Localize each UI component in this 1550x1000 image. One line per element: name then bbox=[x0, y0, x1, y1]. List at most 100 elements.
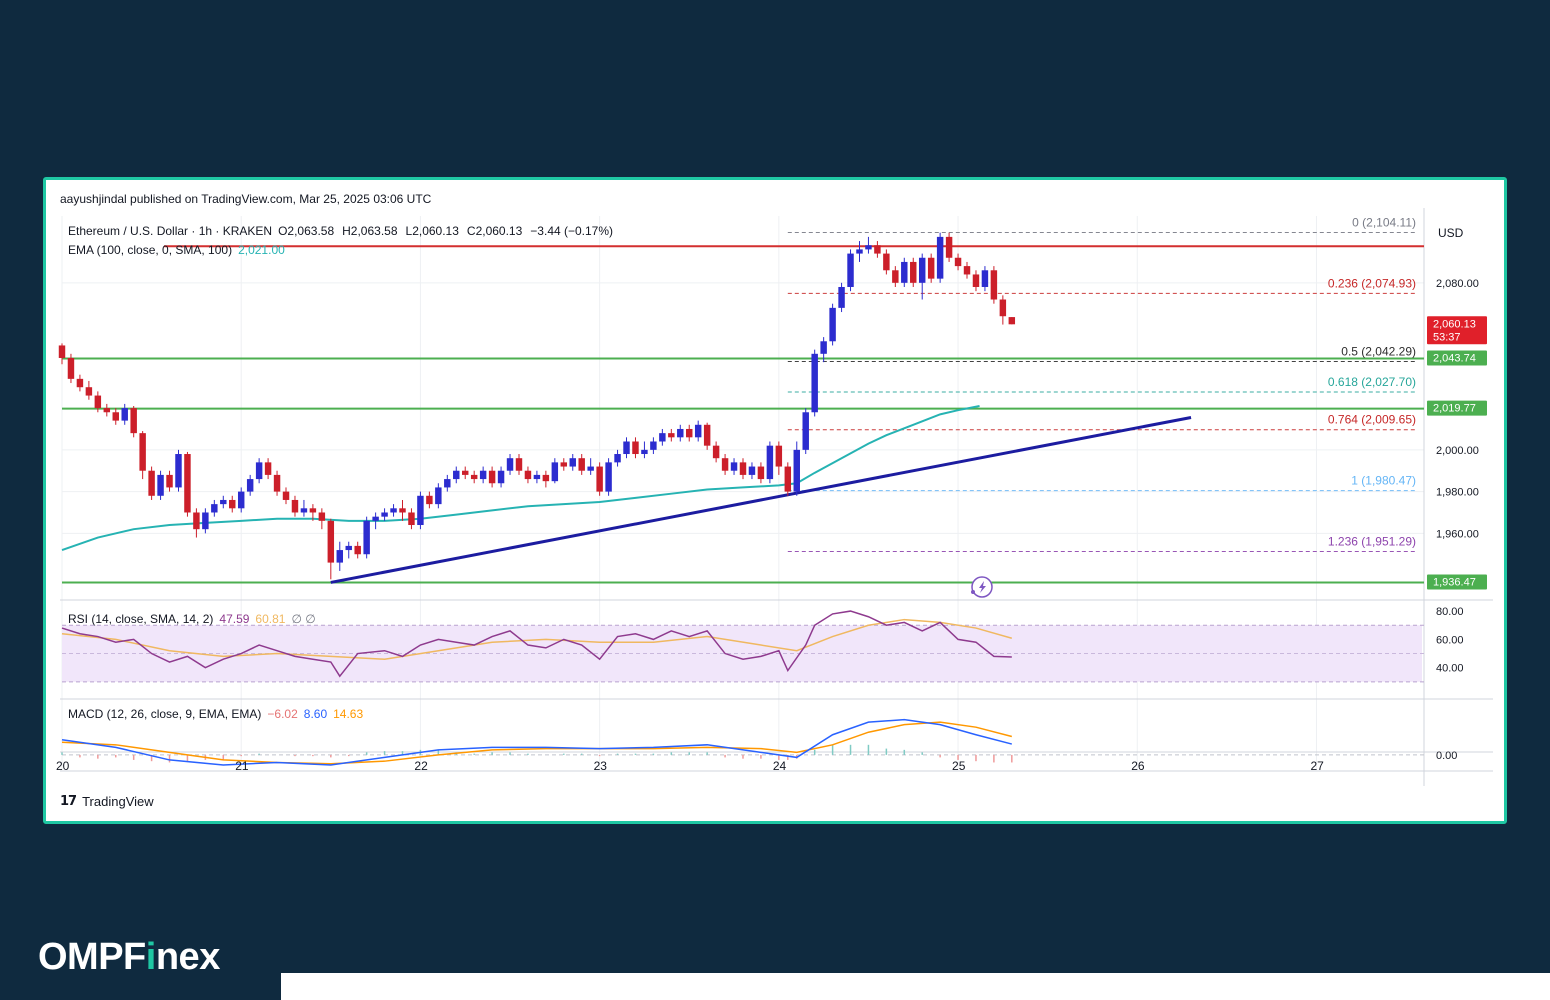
time-tick-label: 25 bbox=[952, 759, 966, 773]
candle-body bbox=[927, 257, 935, 279]
candle-body bbox=[802, 412, 809, 450]
candle-body bbox=[990, 270, 998, 300]
chart-frame: aayushjindal published on TradingView.co… bbox=[43, 177, 1507, 824]
rsi-tick-label: 60.00 bbox=[1436, 634, 1464, 646]
candle-body bbox=[829, 307, 836, 342]
candle-body bbox=[282, 491, 290, 500]
candle-body bbox=[193, 512, 200, 530]
candle-body bbox=[757, 466, 765, 480]
candle-body bbox=[363, 520, 370, 555]
time-tick-label: 23 bbox=[594, 759, 608, 773]
rsi-tick-label: 40.00 bbox=[1436, 663, 1464, 675]
candle-body bbox=[300, 508, 308, 513]
candle-body bbox=[461, 470, 469, 475]
candle-body bbox=[470, 474, 478, 480]
fib-label: 1 (1,980.47) bbox=[1351, 474, 1416, 488]
candle-body bbox=[372, 516, 379, 521]
candle-body bbox=[551, 462, 559, 482]
price-tick-label: 2,080.00 bbox=[1436, 278, 1479, 290]
candle-body bbox=[184, 454, 191, 513]
candle-body bbox=[910, 261, 917, 283]
candle-body bbox=[945, 236, 953, 258]
candle-body bbox=[85, 387, 93, 396]
candle-body bbox=[506, 458, 514, 471]
candle-body bbox=[273, 474, 281, 492]
candle-body bbox=[479, 470, 487, 480]
currency-label: USD bbox=[1438, 226, 1464, 240]
candle-body bbox=[632, 441, 639, 455]
candle-body bbox=[390, 508, 397, 513]
candle-body bbox=[641, 449, 648, 455]
candle-body bbox=[748, 466, 756, 475]
candle-body bbox=[892, 270, 899, 283]
candle-body bbox=[703, 424, 711, 446]
fib-label: 0.618 (2,027.70) bbox=[1328, 375, 1416, 389]
candle-body bbox=[103, 408, 111, 413]
fib-label: 0.5 (2,042.29) bbox=[1341, 345, 1416, 359]
candle-body bbox=[130, 408, 137, 434]
candle-body bbox=[67, 357, 75, 379]
candle-body bbox=[533, 474, 541, 480]
candle-body bbox=[686, 428, 693, 438]
price-tick-label: 2,000.00 bbox=[1436, 445, 1479, 457]
candle-body bbox=[963, 266, 971, 275]
candle-body bbox=[999, 299, 1007, 317]
site-logo-suffix: nex bbox=[155, 936, 220, 978]
candle-body bbox=[793, 449, 800, 492]
candle-body bbox=[560, 462, 568, 467]
candle-body bbox=[659, 433, 666, 442]
candle-body bbox=[972, 274, 980, 287]
site-logo[interactable]: OMPFinex bbox=[38, 936, 220, 979]
chart-canvas[interactable]: 0 (2,104.11) 0.236 (2,074.93) 0.5 (2,042.2… bbox=[46, 208, 1498, 808]
candle-body bbox=[255, 462, 263, 480]
candle-body bbox=[327, 520, 335, 563]
candle-body bbox=[309, 508, 317, 513]
candle-body bbox=[121, 408, 128, 421]
candle-body bbox=[237, 491, 245, 509]
price-tick-label: 1,960.00 bbox=[1436, 528, 1479, 540]
time-tick-label: 27 bbox=[1310, 759, 1324, 773]
candle-body bbox=[291, 499, 299, 513]
candle-body bbox=[345, 545, 352, 551]
candle-body bbox=[408, 512, 415, 526]
candle-body bbox=[847, 253, 854, 287]
site-logo-prefix: OMPF bbox=[38, 936, 146, 978]
candle-body bbox=[587, 466, 594, 471]
price-badge-label: 2,019.77 bbox=[1433, 403, 1476, 415]
ema-legend: EMA (100, close, 0, SMA, 100) 2,021.00 bbox=[68, 243, 285, 257]
candle-body bbox=[497, 470, 505, 484]
candle-body bbox=[211, 504, 218, 513]
candle-body bbox=[94, 395, 102, 409]
candle-body bbox=[202, 512, 209, 530]
candle-body bbox=[856, 249, 863, 254]
candle-body bbox=[157, 474, 164, 496]
candle-body bbox=[229, 499, 236, 509]
time-tick-label: 22 bbox=[414, 759, 428, 773]
fib-label: 0.236 (2,074.93) bbox=[1328, 276, 1416, 290]
candle-body bbox=[336, 550, 344, 563]
candle-body bbox=[650, 441, 657, 450]
candle-body bbox=[677, 428, 684, 438]
price-badge-label: 2,060.13 bbox=[1433, 318, 1476, 330]
candle-body bbox=[444, 479, 451, 488]
rsi-legend: RSI (14, close, SMA, 14, 2) 47.59 60.81 ∅ ∅ bbox=[68, 612, 316, 626]
tradingview-logo[interactable]: 17 TradingView bbox=[60, 794, 154, 809]
fib-label: 1.236 (1,951.29) bbox=[1328, 535, 1416, 549]
candle-body bbox=[1008, 317, 1016, 325]
candle-body bbox=[712, 445, 720, 459]
candle-body bbox=[883, 253, 890, 271]
candle-body bbox=[730, 462, 738, 471]
fib-label: 0 (2,104.11) bbox=[1352, 215, 1416, 229]
candle-body bbox=[569, 458, 576, 467]
tradingview-logo-label: TradingView bbox=[82, 794, 154, 809]
candle-body bbox=[981, 270, 989, 287]
macd-legend: MACD (12, 26, close, 9, EMA, EMA) −6.02 8.… bbox=[68, 707, 363, 721]
candle-body bbox=[515, 458, 523, 471]
candle-body bbox=[865, 245, 872, 250]
candle-body bbox=[605, 462, 612, 492]
candle-body bbox=[784, 466, 792, 492]
price-badge-label: 2,043.74 bbox=[1433, 353, 1476, 365]
candle-body bbox=[694, 424, 702, 438]
alert-icon[interactable] bbox=[971, 576, 993, 598]
candle-body bbox=[936, 236, 944, 279]
